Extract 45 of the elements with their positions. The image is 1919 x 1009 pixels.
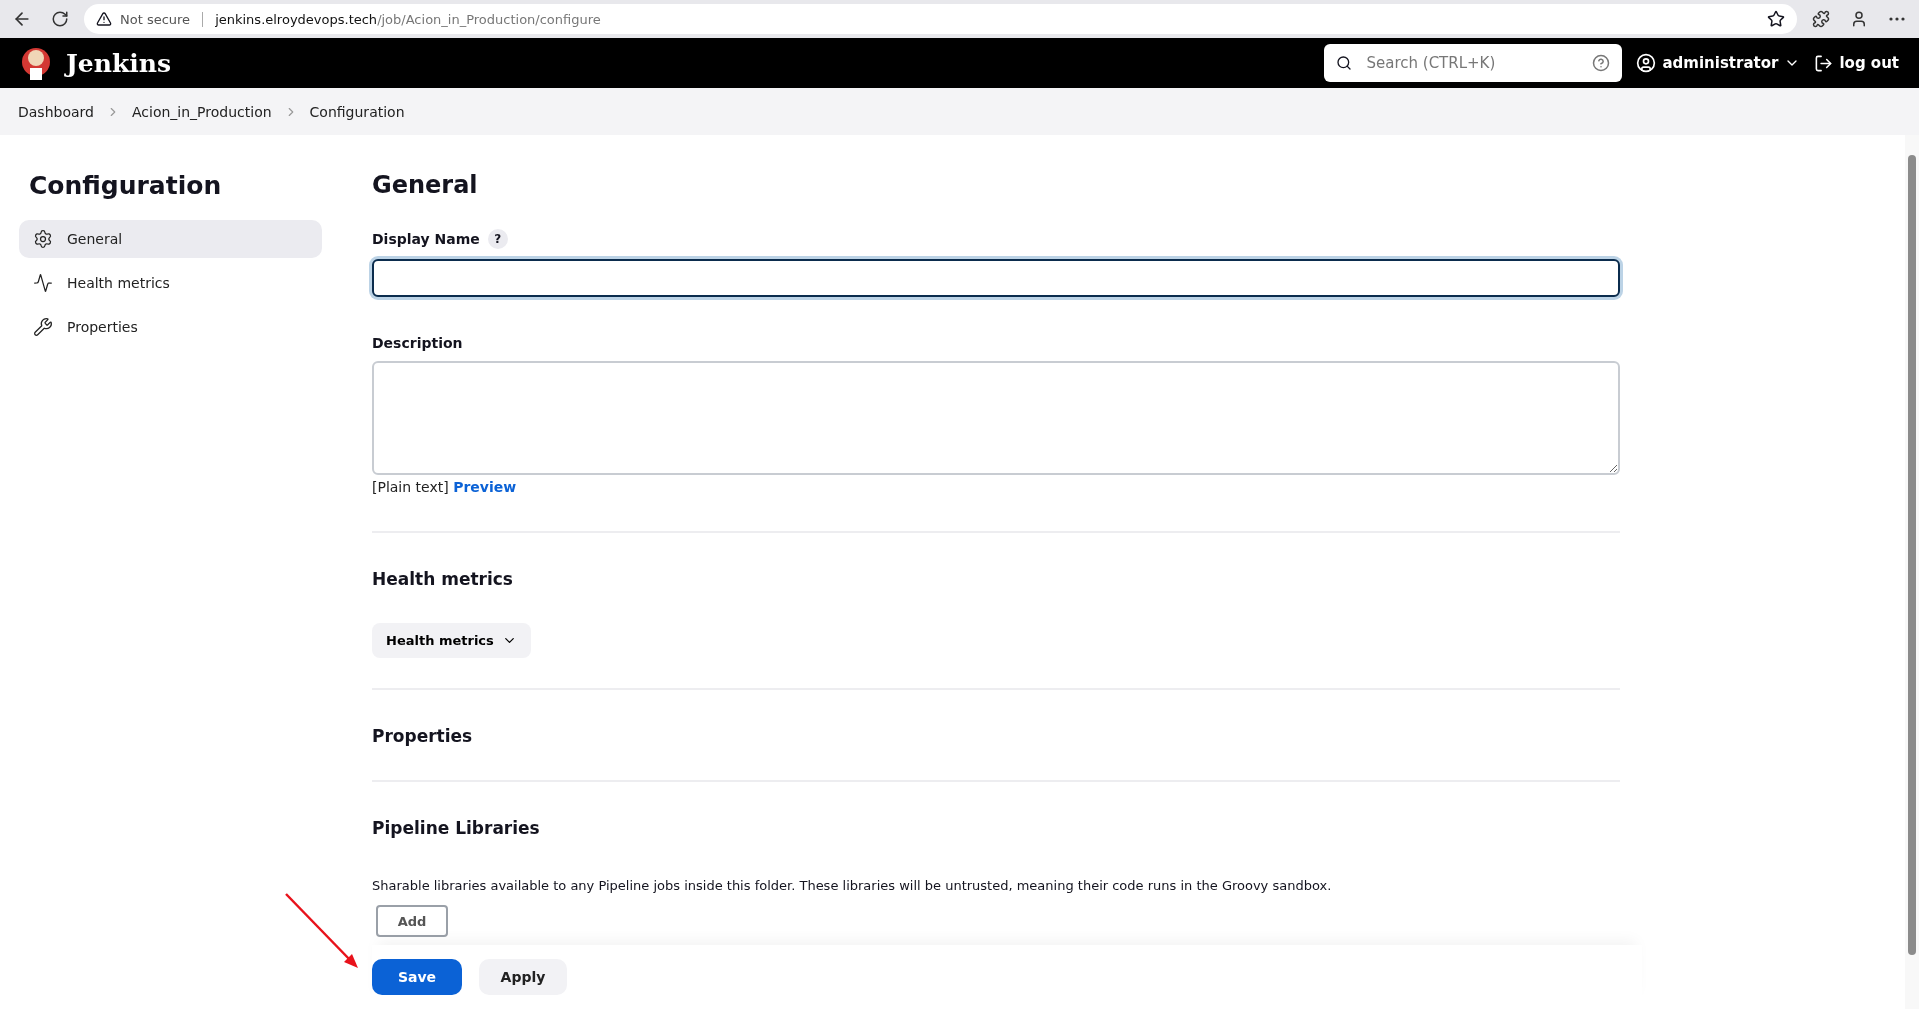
field-label: Display Name bbox=[372, 231, 480, 247]
section-title: Pipeline Libraries bbox=[372, 818, 541, 838]
apply-button[interactable]: Apply bbox=[479, 959, 567, 995]
user-icon bbox=[1636, 53, 1657, 73]
sidebar-item[interactable]: Properties bbox=[19, 308, 322, 346]
sidebar-title: Configuration bbox=[29, 171, 223, 200]
help-button[interactable]: ? bbox=[487, 229, 508, 249]
search-icon bbox=[1336, 55, 1353, 71]
brand-name[interactable]: Jenkins bbox=[66, 48, 171, 78]
url-path: /job/Acion_in_Production/configure bbox=[377, 11, 601, 27]
puzzle-icon bbox=[1812, 10, 1830, 28]
address-bar[interactable]: Not secure jenkins.elroydevops.tech/job/Acion_in_Production/configure bbox=[84, 4, 1797, 34]
field-label: Description bbox=[372, 335, 463, 351]
description-text: Sharable libraries available to any Pipeline jobs inside this folder. These libraries will be untrusted, meaning their code runs in the Groovy sandbox. bbox=[372, 878, 1333, 893]
display-name-field[interactable] bbox=[372, 259, 1620, 297]
url-host: jenkins.elroydevops.tech bbox=[215, 11, 378, 27]
section-title: Properties bbox=[372, 726, 474, 746]
breadcrumb-link[interactable]: Configuration bbox=[309, 103, 405, 120]
user-menu[interactable]: administrator bbox=[1636, 53, 1801, 73]
section-title: Health metrics bbox=[372, 569, 514, 589]
reload-icon bbox=[51, 10, 69, 28]
search-bar[interactable]: Search (CTRL+K) bbox=[1324, 44, 1623, 82]
add-button[interactable]: Add bbox=[376, 905, 448, 937]
breadcrumb-link[interactable]: Dashboard bbox=[18, 103, 94, 120]
warning-icon bbox=[96, 11, 112, 27]
save-button[interactable]: Save bbox=[372, 959, 462, 995]
security-label: Not secure bbox=[120, 11, 191, 27]
format-note: [Plain text] bbox=[372, 479, 449, 495]
pulse-icon bbox=[33, 273, 53, 293]
favorite-star-icon[interactable] bbox=[1767, 10, 1785, 28]
health-metrics-dropdown[interactable]: Health metrics bbox=[372, 623, 531, 658]
section-title: General bbox=[372, 171, 479, 199]
breadcrumb-link[interactable]: Acion_in_Production bbox=[131, 103, 272, 120]
sidebar-item[interactable]: Health metrics bbox=[19, 264, 322, 302]
wrench-icon bbox=[33, 317, 53, 337]
preview-link[interactable]: Preview bbox=[453, 479, 517, 495]
person-icon bbox=[1850, 10, 1868, 28]
help-icon[interactable] bbox=[1592, 54, 1611, 72]
logout-icon bbox=[1814, 53, 1834, 73]
gear-icon bbox=[33, 229, 53, 249]
scrollbar[interactable] bbox=[1905, 135, 1919, 1009]
logout-link[interactable]: log out bbox=[1814, 53, 1899, 73]
description-field[interactable] bbox=[372, 361, 1620, 475]
sidebar-item[interactable]: General bbox=[19, 220, 322, 258]
more-icon bbox=[1889, 17, 1905, 21]
